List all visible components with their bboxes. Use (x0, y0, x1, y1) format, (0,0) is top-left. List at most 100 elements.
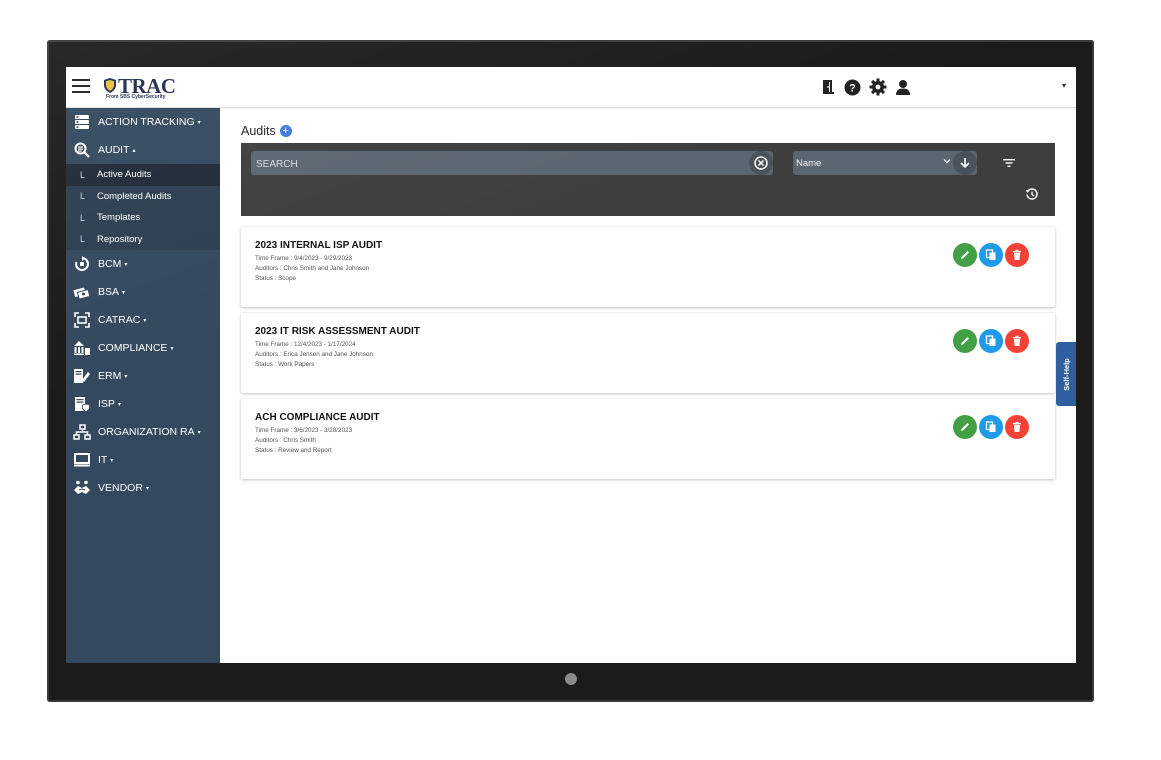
sidebar-item-label: COMPLIANCE (98, 342, 168, 354)
exit-door-icon[interactable] (818, 78, 837, 97)
tree-branch-icon: L (80, 212, 86, 223)
page-header: Audits + (241, 124, 292, 138)
copy-audit-button[interactable] (979, 329, 1003, 353)
top-icon-group: ? (818, 77, 912, 97)
compliance-icon (72, 339, 92, 357)
filter-bar: Name (241, 143, 1055, 216)
audit-time-frame: Time Frame : 3/6/2023 - 3/28/2023 (255, 427, 353, 434)
sidebar-subitem-label: Completed Audits (97, 190, 172, 202)
pencil-icon (961, 337, 969, 345)
gear-icon[interactable] (868, 78, 887, 97)
main-content: Audits + Name (220, 108, 1076, 663)
page-title: Audits (241, 124, 276, 138)
sidebar-item-label: ISP (98, 398, 115, 410)
svg-text:?: ? (849, 82, 856, 94)
sidebar-item-bsa[interactable]: BSA ▾ (66, 278, 220, 306)
delete-audit-button[interactable] (1005, 243, 1029, 267)
audit-card[interactable]: ACH COMPLIANCE AUDIT Time Frame : 3/6/20… (241, 399, 1055, 479)
audit-card[interactable]: 2023 IT RISK ASSESSMENT AUDIT Time Frame… (241, 313, 1055, 393)
history-button[interactable] (1021, 183, 1043, 205)
sort-select[interactable]: Name (793, 151, 977, 175)
sidebar-subitem-active-audits[interactable]: L Active Audits (66, 164, 220, 186)
pencil-icon (961, 423, 969, 431)
sidebar-item-compliance[interactable]: COMPLIANCE ▾ (66, 334, 220, 362)
catrac-icon (72, 311, 92, 329)
audit-time-frame: Time Frame : 9/4/2023 - 9/29/2023 (255, 255, 353, 262)
sidebar-item-isp[interactable]: ISP ▾ (66, 390, 220, 418)
search-input[interactable] (251, 151, 748, 177)
chevron-down-icon: ▾ (145, 485, 149, 492)
filter-lines-icon (1003, 159, 1015, 167)
sidebar-item-audit[interactable]: AUDIT ▴ (66, 136, 220, 164)
audit-title: 2023 IT RISK ASSESSMENT AUDIT (255, 326, 420, 337)
pencil-icon (961, 251, 969, 259)
copy-icon (985, 421, 996, 432)
close-circle-icon (754, 156, 768, 170)
app-screen: TRAC From SBS CyberSecurity ? ▾ ACTION T… (66, 67, 1076, 663)
audit-title: ACH COMPLIANCE AUDIT (255, 412, 380, 423)
filter-button[interactable] (997, 151, 1021, 175)
list-icon (72, 113, 92, 131)
tree-branch-icon: L (80, 169, 86, 180)
audit-card[interactable]: 2023 INTERNAL ISP AUDIT Time Frame : 9/4… (241, 227, 1055, 307)
chevron-down-icon: ▾ (117, 401, 121, 408)
sidebar-item-bcm[interactable]: BCM ▾ (66, 250, 220, 278)
sidebar-item-label: AUDIT (98, 144, 130, 156)
self-help-tab[interactable]: Self-Help (1056, 342, 1076, 406)
chevron-down-icon: ▾ (197, 119, 201, 126)
chevron-down-icon (943, 159, 951, 164)
edit-audit-button[interactable] (953, 415, 977, 439)
sidebar-subitem-label: Repository (97, 233, 143, 245)
delete-audit-button[interactable] (1005, 329, 1029, 353)
sidebar-item-it[interactable]: IT ▾ (66, 446, 220, 474)
sidebar-item-label: BCM (98, 258, 122, 270)
sidebar-item-organization-ra[interactable]: ORGANIZATION RA ▾ (66, 418, 220, 446)
self-help-label: Self-Help (1061, 357, 1071, 391)
audit-auditors: Auditors : Erica Jensen and Jane Johnson (255, 351, 373, 358)
edit-audit-button[interactable] (953, 329, 977, 353)
chevron-down-icon: ▾ (110, 457, 114, 464)
arrow-down-icon (960, 158, 970, 169)
edit-audit-button[interactable] (953, 243, 977, 267)
user-icon[interactable] (893, 78, 912, 97)
erm-icon (72, 367, 92, 385)
sidebar-item-catrac[interactable]: CATRAC ▾ (66, 306, 220, 334)
sidebar-subitem-completed-audits[interactable]: L Completed Audits (66, 186, 220, 208)
trash-icon (1013, 249, 1021, 260)
sidebar-item-label: ORGANIZATION RA (98, 426, 195, 438)
account-dropdown-caret[interactable]: ▾ (1062, 81, 1066, 90)
sort-value: Name (796, 158, 822, 169)
sidebar-subitem-repository[interactable]: L Repository (66, 229, 220, 251)
sidebar-item-vendor[interactable]: VENDOR ▾ (66, 474, 220, 502)
audit-status: Status : Scope (255, 275, 296, 282)
add-audit-button[interactable]: + (279, 125, 292, 137)
tablet-home-button (565, 673, 577, 685)
monitor-icon (72, 451, 92, 469)
hamburger-menu-icon[interactable] (72, 79, 90, 93)
copy-audit-button[interactable] (979, 415, 1003, 439)
sidebar-item-action-tracking[interactable]: ACTION TRACKING ▾ (66, 108, 220, 136)
sidebar-item-label: VENDOR (98, 482, 143, 494)
clear-search-button[interactable] (749, 151, 773, 175)
sidebar-subitem-label: Templates (97, 212, 141, 224)
trash-icon (1013, 335, 1021, 346)
sidebar-item-label: BSA (98, 286, 120, 298)
copy-icon (985, 249, 996, 260)
sidebar: ACTION TRACKING ▾ AUDIT ▴ L Active Audits L… (66, 108, 220, 663)
chevron-down-icon: ▾ (124, 373, 128, 380)
organization-icon (72, 423, 92, 441)
sidebar-subitem-templates[interactable]: L Templates (66, 207, 220, 229)
audit-actions (953, 415, 1029, 439)
chevron-down-icon: ▾ (197, 429, 201, 436)
sidebar-item-erm[interactable]: ERM ▾ (66, 362, 220, 390)
isp-icon (72, 395, 92, 413)
copy-audit-button[interactable] (979, 243, 1003, 267)
shield-logo-icon (104, 78, 116, 93)
delete-audit-button[interactable] (1005, 415, 1029, 439)
audit-time-frame: Time Frame : 12/4/2023 - 1/17/2024 (255, 341, 356, 348)
brand-logo[interactable]: TRAC From SBS CyberSecurity (104, 74, 176, 102)
audit-auditors: Auditors : Chris Smith and Jane Johnson (255, 265, 370, 272)
trash-icon (1013, 421, 1021, 432)
help-icon[interactable]: ? (843, 78, 862, 97)
sort-direction-button[interactable] (953, 151, 977, 175)
